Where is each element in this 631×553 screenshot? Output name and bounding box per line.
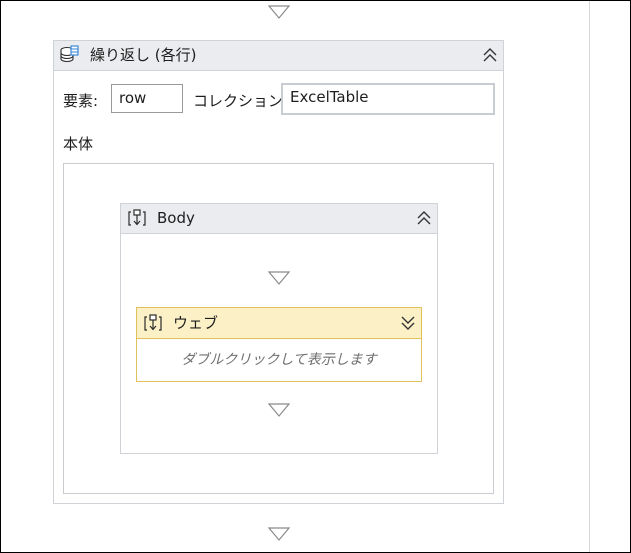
sequence-icon (127, 208, 147, 228)
triangle-down-icon (268, 527, 290, 541)
drop-target-after-web[interactable] (268, 403, 290, 417)
collection-input[interactable]: ExcelTable (281, 83, 495, 115)
drop-target-bottom[interactable] (268, 527, 290, 541)
web-activity-title: ウェブ (173, 314, 219, 332)
sequence-title: Body (157, 209, 195, 227)
collection-label: コレクション: (193, 92, 289, 110)
triangle-down-icon (268, 271, 290, 285)
database-icon (59, 45, 79, 65)
canvas-divider (589, 1, 590, 552)
drop-target-before-web[interactable] (268, 271, 290, 285)
element-label: 要素: (63, 92, 99, 110)
double-chevron-down-icon (401, 316, 415, 330)
designer-canvas: 繰り返し (各行) 要素: row コレクション: ExcelTable 本体 (0, 0, 631, 553)
sequence-icon (143, 313, 163, 333)
double-chevron-up-icon (417, 211, 431, 225)
drop-target-top[interactable] (268, 5, 290, 19)
body-label: 本体 (63, 135, 94, 153)
collapse-button[interactable] (415, 209, 433, 227)
expand-button[interactable] (399, 314, 417, 332)
collapse-button[interactable] (481, 46, 499, 64)
expand-hint: ダブルクリックして表示します (181, 352, 377, 368)
activity-header[interactable]: 繰り返し (各行) (54, 41, 503, 71)
element-input[interactable]: row (111, 84, 183, 113)
triangle-down-icon (268, 403, 290, 417)
activity-title: 繰り返し (各行) (90, 46, 197, 64)
triangle-down-icon (268, 5, 290, 19)
sequence-header[interactable]: Body (121, 204, 437, 234)
double-chevron-up-icon (483, 48, 497, 62)
web-activity[interactable]: ウェブ ダブルクリックして表示します (136, 307, 422, 382)
web-activity-header[interactable]: ウェブ (137, 308, 421, 339)
